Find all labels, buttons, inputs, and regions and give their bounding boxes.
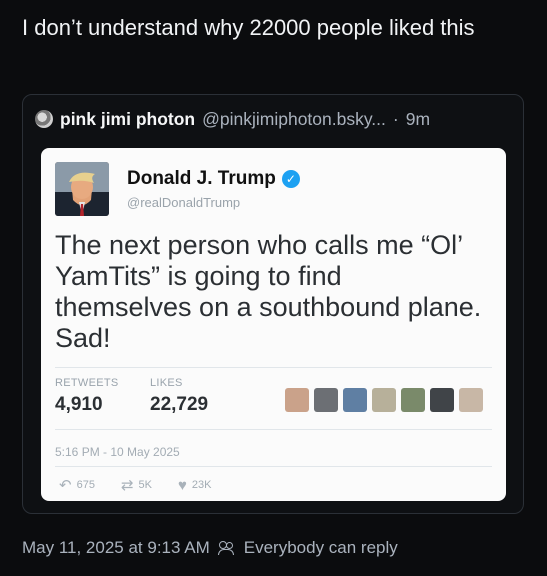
tweet-actions: ↶ 675 ⇄ 5K ♥ 23K	[59, 476, 211, 495]
verified-badge-icon: ✓	[281, 170, 300, 188]
retweet-count: 5K	[138, 479, 152, 491]
retweets-label: RETWEETS	[55, 377, 119, 389]
tweet-date: 5:16 PM - 10 May 2025	[55, 445, 180, 459]
liker-avatar	[372, 388, 396, 412]
reply-count: 675	[76, 479, 95, 491]
divider	[55, 466, 492, 467]
divider	[55, 367, 492, 368]
reply-icon: ↶	[59, 477, 72, 494]
liker-avatars	[285, 388, 483, 412]
tweet-author-name: Donald J. Trump	[127, 168, 276, 189]
divider	[55, 429, 492, 430]
retweet-icon: ⇄	[120, 477, 134, 494]
tweet-avatar	[55, 162, 109, 216]
reply-action: ↶ 675	[59, 476, 95, 494]
tweet-screenshot-image[interactable]: Donald J. Trump ✓ @realDonaldTrump The n…	[41, 148, 506, 501]
likes-label: LIKES	[150, 377, 183, 389]
reply-setting[interactable]: Everybody can reply	[244, 538, 398, 558]
quote-time: 9m	[405, 108, 431, 129]
retweet-action: ⇄ 5K	[121, 476, 152, 494]
retweets-value: 4,910	[55, 394, 103, 415]
liker-avatar	[430, 388, 454, 412]
post-meta: May 11, 2025 at 9:13 AM Everybody can re…	[22, 538, 398, 558]
quote-author-handle[interactable]: @pinkjimiphoton.bsky...	[202, 109, 386, 130]
like-count: 23K	[191, 479, 212, 491]
quote-author-name[interactable]: pink jimi photon	[60, 109, 195, 130]
liker-avatar	[343, 388, 367, 412]
tweet-handle: @realDonaldTrump	[127, 195, 241, 210]
liker-avatar	[285, 388, 309, 412]
post-text: I don’t understand why 22000 people like…	[22, 15, 475, 40]
heart-icon: ♥	[177, 476, 187, 494]
post-timestamp: May 11, 2025 at 9:13 AM	[22, 538, 210, 557]
quote-author-avatar[interactable]	[35, 110, 53, 128]
tweet-author: Donald J. Trump ✓	[127, 168, 300, 190]
people-icon	[217, 541, 236, 555]
liker-avatar	[459, 388, 483, 412]
liker-avatar	[314, 388, 338, 412]
liker-avatar	[401, 388, 425, 412]
quote-post[interactable]: pink jimi photon @pinkjimiphoton.bsky...…	[22, 94, 524, 514]
separator-dot: ·	[392, 108, 399, 129]
tweet-body: The next person who calls me “Ol’ YamTit…	[55, 230, 482, 353]
like-action: ♥ 23K	[178, 477, 211, 494]
quote-header: pink jimi photon @pinkjimiphoton.bsky...…	[35, 107, 513, 131]
likes-value: 22,729	[150, 394, 209, 415]
